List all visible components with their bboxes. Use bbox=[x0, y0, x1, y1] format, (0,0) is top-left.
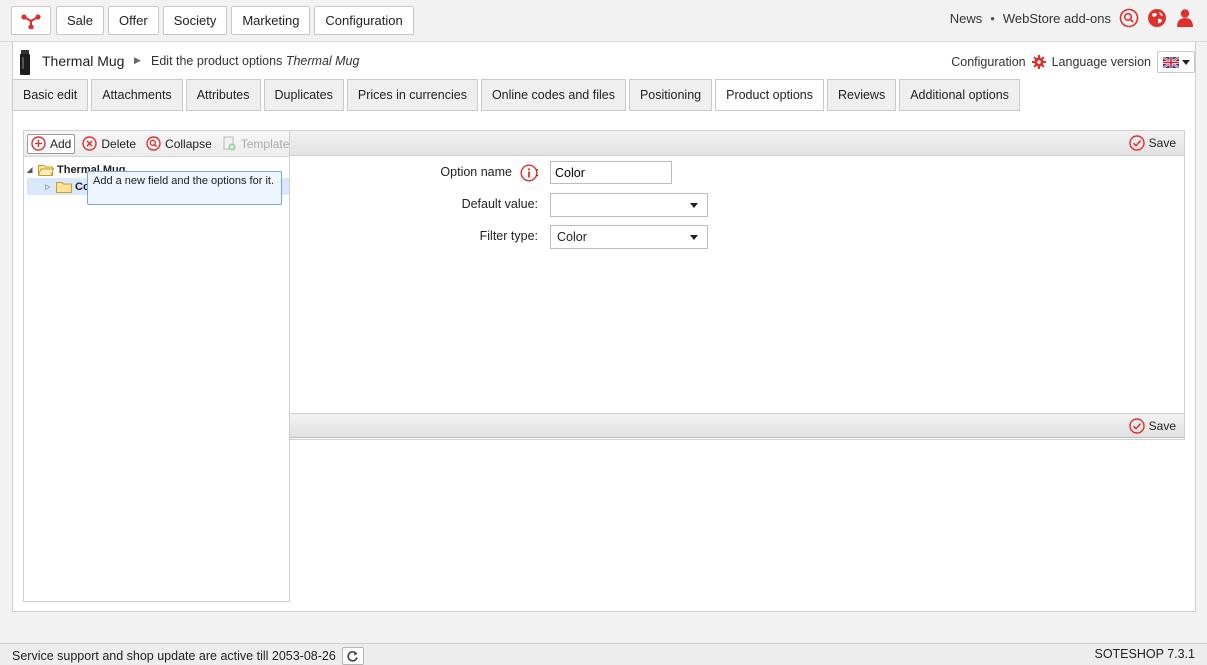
chevron-down-icon bbox=[1181, 59, 1190, 65]
support-status: Service support and shop update are acti… bbox=[12, 647, 364, 665]
expanded-triangle-icon[interactable]: ◢ bbox=[27, 166, 35, 174]
tab-attachments[interactable]: Attachments bbox=[91, 79, 183, 111]
bottom-action-bar: Save bbox=[290, 413, 1184, 438]
delete-button[interactable]: Delete bbox=[79, 134, 139, 154]
main-panel: Thermal Mug ▶ Edit the product options T… bbox=[12, 42, 1196, 612]
language-select[interactable] bbox=[1157, 51, 1195, 73]
globe-icon[interactable] bbox=[1147, 8, 1167, 28]
configuration-link[interactable]: Configuration bbox=[951, 55, 1025, 69]
option-name-colon: : bbox=[535, 165, 539, 179]
refresh-button[interactable] bbox=[341, 647, 364, 665]
default-value-row: Default value: bbox=[290, 193, 1184, 217]
save-button-top-label: Save bbox=[1148, 136, 1176, 150]
version-label: SOTESHOP 7.3.1 bbox=[1094, 647, 1195, 661]
breadcrumb-product[interactable]: Thermal Mug bbox=[42, 53, 124, 69]
breadcrumb-page-product: Thermal Mug bbox=[285, 54, 360, 68]
dropdown-caret-icon bbox=[690, 235, 698, 240]
tab-attributes[interactable]: Attributes bbox=[185, 79, 261, 111]
top-navigation: Sale Offer Society Marketing Configurati… bbox=[56, 6, 414, 35]
tab-online-codes-and-files[interactable]: Online codes and files bbox=[480, 79, 626, 111]
gear-icon[interactable] bbox=[1031, 55, 1046, 69]
separator-dot: • bbox=[990, 10, 995, 26]
top-right-links: News • WebStore add-ons bbox=[950, 8, 1195, 28]
options-tree-panel: Add Delete Collapse Templates ◢ Thermal … bbox=[23, 130, 295, 602]
check-circle-icon bbox=[1128, 418, 1145, 434]
breadcrumb-page-prefix: Edit the product options bbox=[151, 54, 283, 68]
nav-offer[interactable]: Offer bbox=[108, 6, 159, 35]
product-tabs: Basic edit Attachments Attributes Duplic… bbox=[12, 79, 1020, 111]
breadcrumb-arrow-icon: ▶ bbox=[134, 55, 141, 65]
default-value-select[interactable] bbox=[550, 193, 708, 217]
news-link[interactable]: News bbox=[950, 11, 983, 26]
nav-marketing[interactable]: Marketing bbox=[231, 6, 311, 35]
add-button-label: Add bbox=[50, 136, 72, 151]
filter-type-selected: Color bbox=[557, 230, 587, 244]
top-bar: Sale Offer Society Marketing Configurati… bbox=[0, 0, 1207, 42]
refresh-icon bbox=[347, 650, 359, 662]
soteshop-logo-icon bbox=[21, 13, 41, 29]
save-button-top[interactable]: Save bbox=[1128, 135, 1176, 151]
search-icon[interactable] bbox=[1119, 8, 1139, 28]
templates-icon bbox=[223, 136, 236, 151]
breadcrumb-right: Configuration Language version bbox=[951, 51, 1195, 73]
templates-button[interactable]: Templates bbox=[219, 134, 299, 154]
filter-type-label: Filter type: bbox=[479, 229, 538, 243]
tab-reviews[interactable]: Reviews bbox=[826, 79, 897, 111]
collapse-button[interactable]: Collapse bbox=[143, 134, 215, 154]
breadcrumb: Thermal Mug ▶ Edit the product options T… bbox=[13, 48, 1195, 76]
status-footer: Service support and shop update are acti… bbox=[0, 643, 1207, 665]
tab-additional-options[interactable]: Additional options bbox=[899, 79, 1020, 111]
nav-configuration[interactable]: Configuration bbox=[314, 6, 414, 35]
support-status-text: Service support and shop update are acti… bbox=[12, 649, 336, 663]
save-button-bottom-label: Save bbox=[1148, 419, 1176, 433]
filter-type-select[interactable]: Color bbox=[550, 225, 708, 249]
add-button[interactable]: Add bbox=[27, 133, 76, 154]
collapse-icon bbox=[146, 136, 161, 151]
uk-flag-icon bbox=[1162, 56, 1179, 68]
check-circle-icon bbox=[1128, 135, 1145, 151]
default-value-label: Default value: bbox=[461, 197, 538, 211]
folder-open-icon bbox=[38, 164, 54, 176]
delete-button-label: Delete bbox=[101, 136, 137, 151]
filter-type-row: Filter type: Color bbox=[290, 225, 1184, 249]
option-edit-panel: Save Option name : Default value: Filter… bbox=[289, 130, 1185, 440]
option-name-label: Option name bbox=[440, 165, 512, 179]
templates-button-label: Templates bbox=[240, 136, 296, 151]
collapsed-triangle-icon[interactable]: ▷ bbox=[45, 183, 53, 191]
top-action-bar: Save bbox=[290, 131, 1184, 156]
breadcrumb-page: Edit the product options Thermal Mug bbox=[151, 54, 359, 68]
option-name-input[interactable] bbox=[550, 161, 672, 184]
add-tooltip: Add a new field and the options for it. bbox=[87, 171, 282, 205]
save-button-bottom[interactable]: Save bbox=[1128, 418, 1176, 434]
tab-prices-in-currencies[interactable]: Prices in currencies bbox=[346, 79, 478, 111]
plus-circle-icon bbox=[31, 136, 46, 151]
collapse-button-label: Collapse bbox=[165, 136, 212, 151]
webstore-addons-link[interactable]: WebStore add-ons bbox=[1003, 11, 1111, 26]
user-icon[interactable] bbox=[1175, 8, 1195, 28]
nav-society[interactable]: Society bbox=[162, 6, 228, 35]
option-name-row: Option name : bbox=[290, 161, 1184, 185]
tab-basic-edit[interactable]: Basic edit bbox=[12, 79, 89, 111]
tree-toolbar: Add Delete Collapse Templates bbox=[24, 131, 295, 157]
tab-positioning[interactable]: Positioning bbox=[628, 79, 713, 111]
nav-sale[interactable]: Sale bbox=[56, 6, 105, 35]
language-version-label: Language version bbox=[1051, 55, 1151, 69]
dropdown-caret-icon bbox=[690, 203, 698, 208]
logo-button[interactable] bbox=[11, 6, 51, 35]
tab-product-options[interactable]: Product options bbox=[715, 79, 824, 111]
delete-circle-icon bbox=[82, 136, 98, 151]
tab-duplicates[interactable]: Duplicates bbox=[263, 79, 344, 111]
product-thumbnail-icon bbox=[20, 50, 30, 75]
folder-icon bbox=[56, 181, 72, 193]
